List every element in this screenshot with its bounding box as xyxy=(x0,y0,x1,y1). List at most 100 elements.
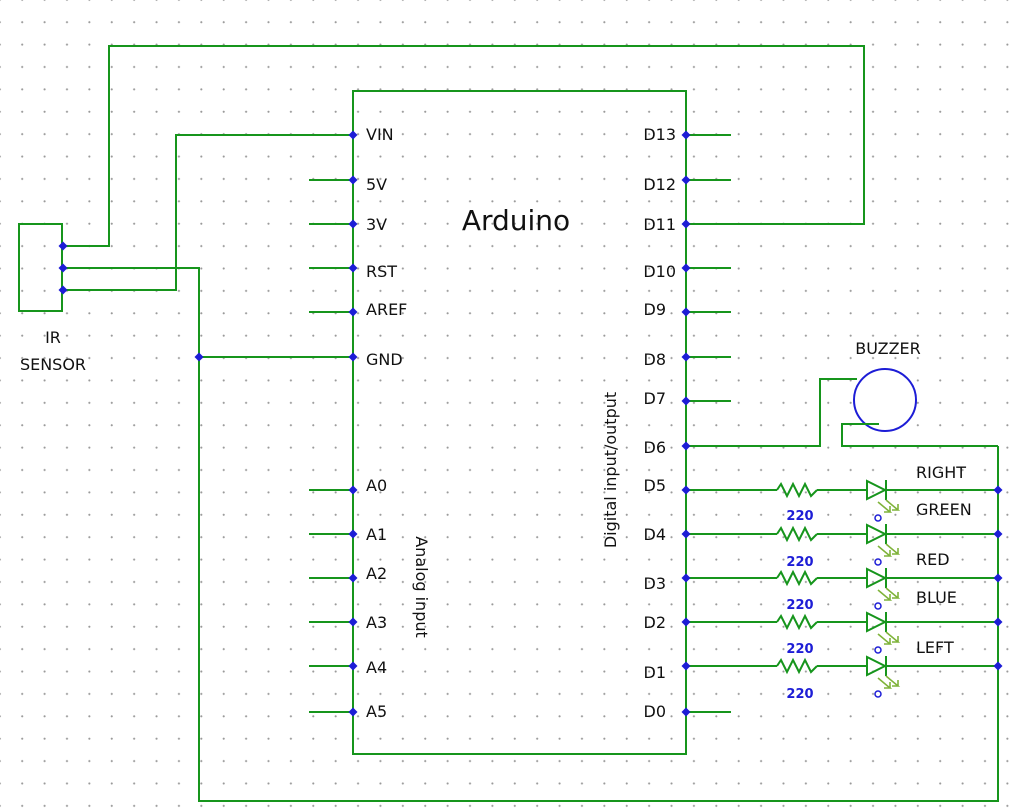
junction-node-2 xyxy=(348,175,358,185)
pin-label-d0: D0 xyxy=(644,702,667,721)
resistor-green xyxy=(776,525,818,543)
led-label-blue: BLUE xyxy=(916,588,957,607)
junction-node-12 xyxy=(348,707,358,717)
resistor-red xyxy=(776,569,818,587)
pin-label-d6: D6 xyxy=(644,438,667,457)
led-diode-left xyxy=(866,655,888,677)
pin-label-d10: D10 xyxy=(643,262,676,281)
pin-label-d7: D7 xyxy=(644,389,667,408)
pin-label-d4: D4 xyxy=(644,525,667,544)
right-pin-stubs xyxy=(686,134,731,713)
junction-node-7 xyxy=(348,485,358,495)
junction-node-5 xyxy=(348,307,358,317)
junction-node-34 xyxy=(993,617,1003,627)
junction-node-9 xyxy=(348,573,358,583)
junction-node-11 xyxy=(348,661,358,671)
resistor-value-2: 220 xyxy=(786,555,813,570)
led-label-left: LEFT xyxy=(916,638,954,657)
junction-node-17 xyxy=(681,307,691,317)
junction-node-19 xyxy=(681,396,691,406)
led-diode-right xyxy=(866,479,888,501)
pin-label-d3: D3 xyxy=(644,574,667,593)
light-arrow-b-left xyxy=(885,675,901,687)
pin-label-a5: A5 xyxy=(366,702,387,721)
digital-io-label: Digital input/output xyxy=(601,392,620,548)
ir-sensor-label-line1: IR xyxy=(45,328,61,347)
junction-node-27 xyxy=(58,241,68,251)
ir-sensor-label-line2: SENSOR xyxy=(20,355,86,374)
resistor-blue xyxy=(776,613,818,631)
junction-node-31 xyxy=(993,485,1003,495)
pin-label-d1: D1 xyxy=(644,663,667,682)
resistor-value-4: 220 xyxy=(786,642,813,657)
pin-label-aref: AREF xyxy=(366,300,407,319)
pin-label-gnd: GND xyxy=(366,350,403,369)
left-pin-stubs xyxy=(309,179,353,713)
junction-node-24 xyxy=(681,617,691,627)
junction-node-4 xyxy=(348,263,358,273)
junction-node-32 xyxy=(993,529,1003,539)
junction-node-29 xyxy=(58,285,68,295)
pin-label-3v: 3V xyxy=(366,215,387,234)
led-diode-green xyxy=(866,523,888,545)
light-arrow-a-green xyxy=(877,545,893,557)
pin-label-d13: D13 xyxy=(643,125,676,144)
led-label-green: GREEN xyxy=(916,500,972,519)
led-label-red: RED xyxy=(916,550,950,569)
led-polarity-green xyxy=(874,558,882,566)
junction-node-3 xyxy=(348,219,358,229)
pin-label-a2: A2 xyxy=(366,564,387,583)
ir-sensor xyxy=(18,223,63,312)
light-arrow-a-red xyxy=(877,589,893,601)
junction-node-16 xyxy=(681,263,691,273)
led-diode-blue xyxy=(866,611,888,633)
pin-label-vin: VIN xyxy=(366,125,394,144)
wire-d6-to-buzzer xyxy=(686,378,857,447)
led-diode-red xyxy=(866,567,888,589)
light-arrow-a-right xyxy=(877,501,893,513)
resistor-value-5: 220 xyxy=(786,687,813,702)
junction-node-22 xyxy=(681,529,691,539)
led-label-right: RIGHT xyxy=(916,463,966,482)
analog-input-label: Analog input xyxy=(412,536,431,638)
wire-sensor-to-vin xyxy=(63,134,353,291)
pin-label-a1: A1 xyxy=(366,525,387,544)
resistor-right xyxy=(776,481,818,499)
pin-label-a4: A4 xyxy=(366,658,387,677)
pin-label-d8: D8 xyxy=(644,350,667,369)
led-polarity-left xyxy=(874,690,882,698)
led-polarity-blue xyxy=(874,646,882,654)
light-arrow-b-green xyxy=(885,543,901,555)
pin-label-d5: D5 xyxy=(644,476,667,495)
junction-node-15 xyxy=(681,219,691,229)
pin-label-rst: RST xyxy=(366,262,397,281)
light-arrow-b-right xyxy=(885,499,901,511)
resistor-value-3: 220 xyxy=(786,598,813,613)
junction-node-10 xyxy=(348,617,358,627)
junction-node-18 xyxy=(681,352,691,362)
resistor-left xyxy=(776,657,818,675)
junction-node-30 xyxy=(194,352,204,362)
pin-label-a3: A3 xyxy=(366,613,387,632)
junction-node-14 xyxy=(681,175,691,185)
led-polarity-right xyxy=(874,514,882,522)
light-arrow-b-blue xyxy=(885,631,901,643)
junction-node-35 xyxy=(993,661,1003,671)
light-arrow-a-blue xyxy=(877,633,893,645)
resistor-value-1: 220 xyxy=(786,509,813,524)
arduino-title: Arduino xyxy=(462,204,570,237)
schematic: Arduino VIN 5V 3V RST AREF GND A0 A1 A2 … xyxy=(18,45,1003,802)
junction-node-33 xyxy=(993,573,1003,583)
wire-buzzer-to-ground xyxy=(841,423,998,447)
junction-node-20 xyxy=(681,441,691,451)
pin-label-a0: A0 xyxy=(366,476,387,495)
junction-node-8 xyxy=(348,529,358,539)
junction-node-1 xyxy=(348,130,358,140)
pin-label-5v: 5V xyxy=(366,175,387,194)
led-polarity-red xyxy=(874,602,882,610)
light-arrow-a-left xyxy=(877,677,893,689)
junction-node-25 xyxy=(681,661,691,671)
buzzer-label: BUZZER xyxy=(855,339,921,358)
pin-label-d9: D9 xyxy=(644,300,667,319)
pin-label-d12: D12 xyxy=(643,175,676,194)
